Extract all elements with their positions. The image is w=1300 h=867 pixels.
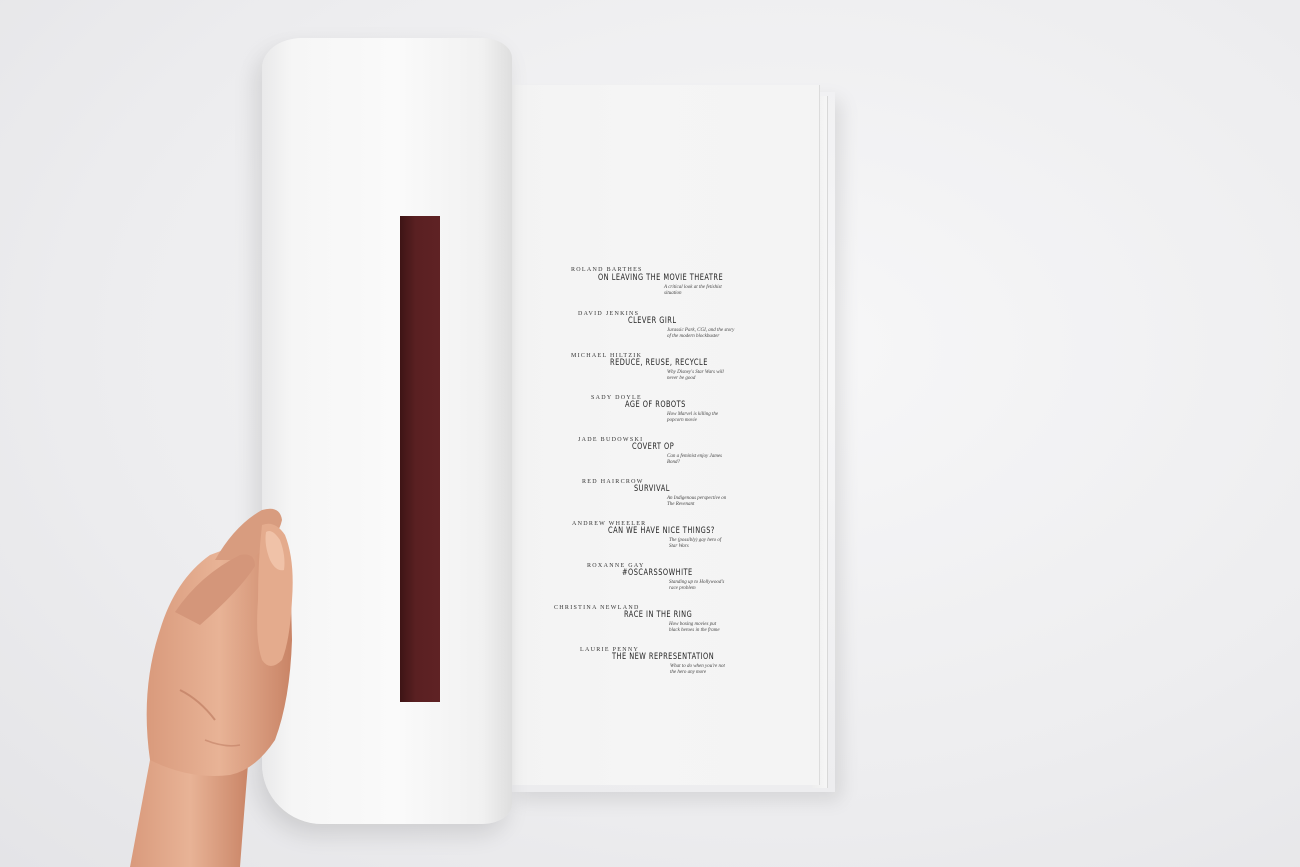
toc-subtitle: Can a feminist enjoy James Bond? <box>667 454 722 465</box>
toc-title: On Leaving the Movie Theatre <box>598 273 724 283</box>
right-page <box>498 85 820 785</box>
red-vertical-bar <box>400 216 440 702</box>
toc-title: The New Representation <box>612 652 715 662</box>
toc-subtitle: A critical look at the fetishist situati… <box>664 285 722 296</box>
toc-title: #OscarsSoWhite <box>622 568 693 578</box>
toc-title: Survival <box>634 484 670 494</box>
toc-subtitle: How boxing movies put black heroes in th… <box>669 622 720 633</box>
left-page-turning[interactable] <box>262 38 512 824</box>
toc-subtitle: An Indigenous perspective on The Revenan… <box>667 496 727 507</box>
toc-title: Can We Have Nice Things? <box>608 526 715 536</box>
toc-title: Age of Robots <box>625 400 686 410</box>
toc-title: Covert Op <box>632 442 675 452</box>
toc-title: Clever Girl <box>628 316 677 326</box>
toc-subtitle: How Marvel is killing the popcorn movie <box>667 412 719 423</box>
toc-subtitle: Standing up to Hollywood's race problem <box>669 580 725 591</box>
toc-subtitle: The (possibly) gay hero of Star Wars <box>669 538 722 549</box>
toc-title: Reduce, Reuse, Recycle <box>610 358 708 368</box>
toc-title: Race in the Ring <box>624 610 693 620</box>
toc-subtitle: Why Disney's Star Wars will never be goo… <box>667 370 724 381</box>
toc-subtitle: Jurassic Park, CGI, and the story of the… <box>667 328 735 339</box>
toc-subtitle: What to do when you're not the hero any … <box>670 664 725 675</box>
